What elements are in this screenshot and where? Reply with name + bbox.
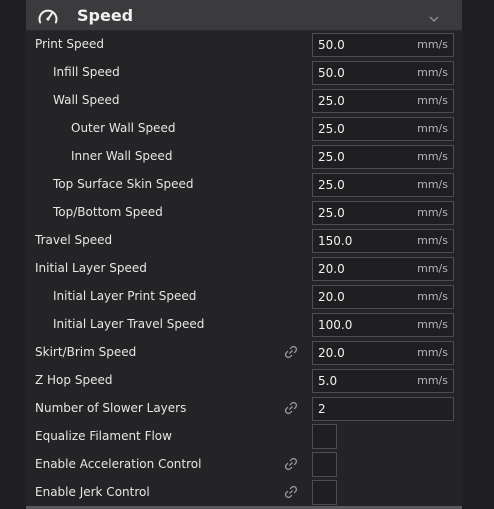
setting-row-initial-layer-travel-speed: Initial Layer Travel Speed 100.0 mm/s bbox=[26, 310, 462, 338]
setting-unit: mm/s bbox=[417, 290, 448, 303]
setting-row-z-hop-speed: Z Hop Speed 5.0 mm/s bbox=[26, 366, 462, 394]
setting-value: 25.0 bbox=[318, 178, 345, 192]
setting-label: Initial Layer Speed bbox=[35, 261, 147, 275]
setting-unit: mm/s bbox=[417, 178, 448, 191]
setting-value: 20.0 bbox=[318, 262, 345, 276]
setting-unit: mm/s bbox=[417, 122, 448, 135]
speed-settings-panel: Speed Print Speed 50.0 mm/s Infill Speed 50.… bbox=[0, 0, 494, 509]
setting-row-enable-jerk-control: Enable Jerk Control bbox=[26, 478, 462, 506]
setting-unit: mm/s bbox=[417, 150, 448, 163]
setting-row-number-of-slower-layers: Number of Slower Layers 2 bbox=[26, 394, 462, 422]
setting-value-field[interactable]: 2 bbox=[312, 397, 454, 421]
setting-row-print-speed: Print Speed 50.0 mm/s bbox=[26, 30, 462, 58]
setting-label: Infill Speed bbox=[53, 65, 120, 79]
setting-label: Skirt/Brim Speed bbox=[35, 345, 137, 359]
setting-row-infill-speed: Infill Speed 50.0 mm/s bbox=[26, 58, 462, 86]
setting-label: Travel Speed bbox=[35, 233, 113, 247]
setting-value-field[interactable]: 50.0 mm/s bbox=[312, 61, 454, 85]
setting-value-field[interactable]: 50.0 mm/s bbox=[312, 33, 454, 57]
speed-category-header[interactable]: Speed bbox=[26, 0, 462, 31]
setting-value-field[interactable]: 100.0 mm/s bbox=[312, 313, 454, 337]
setting-label: Equalize Filament Flow bbox=[35, 429, 172, 443]
setting-label: Inner Wall Speed bbox=[71, 149, 173, 163]
setting-label: Initial Layer Travel Speed bbox=[53, 317, 205, 331]
setting-unit: mm/s bbox=[417, 94, 448, 107]
setting-value: 150.0 bbox=[318, 234, 353, 248]
scrollbar-track[interactable] bbox=[462, 0, 494, 509]
setting-value: 25.0 bbox=[318, 94, 345, 108]
setting-value-field[interactable]: 20.0 mm/s bbox=[312, 341, 454, 365]
setting-value: 50.0 bbox=[318, 38, 345, 52]
left-gutter bbox=[0, 0, 26, 509]
setting-label: Z Hop Speed bbox=[35, 373, 113, 387]
setting-checkbox[interactable] bbox=[312, 480, 337, 505]
link-icon[interactable] bbox=[283, 400, 299, 416]
setting-row-travel-speed: Travel Speed 150.0 mm/s bbox=[26, 226, 462, 254]
setting-value: 25.0 bbox=[318, 150, 345, 164]
setting-value: 25.0 bbox=[318, 206, 345, 220]
link-icon[interactable] bbox=[283, 344, 299, 360]
setting-value-field[interactable]: 5.0 mm/s bbox=[312, 369, 454, 393]
setting-unit: mm/s bbox=[417, 374, 448, 387]
setting-row-initial-layer-print-speed: Initial Layer Print Speed 20.0 mm/s bbox=[26, 282, 462, 310]
setting-value-field[interactable]: 25.0 mm/s bbox=[312, 201, 454, 225]
setting-value-field[interactable]: 25.0 mm/s bbox=[312, 145, 454, 169]
setting-label: Initial Layer Print Speed bbox=[53, 289, 197, 303]
setting-value-field[interactable]: 25.0 mm/s bbox=[312, 117, 454, 141]
setting-label: Enable Jerk Control bbox=[35, 485, 150, 499]
link-icon[interactable] bbox=[283, 484, 299, 500]
setting-label: Number of Slower Layers bbox=[35, 401, 187, 415]
setting-label: Top/Bottom Speed bbox=[53, 205, 163, 219]
setting-value: 5.0 bbox=[318, 374, 338, 388]
chevron-down-icon[interactable] bbox=[428, 9, 440, 23]
setting-value-field[interactable]: 25.0 mm/s bbox=[312, 89, 454, 113]
setting-unit: mm/s bbox=[417, 38, 448, 51]
setting-value: 25.0 bbox=[318, 122, 345, 136]
setting-checkbox[interactable] bbox=[312, 424, 337, 449]
setting-row-top-surface-skin-speed: Top Surface Skin Speed 25.0 mm/s bbox=[26, 170, 462, 198]
category-title: Speed bbox=[77, 6, 134, 25]
setting-row-outer-wall-speed: Outer Wall Speed 25.0 mm/s bbox=[26, 114, 462, 142]
setting-label: Wall Speed bbox=[53, 93, 120, 107]
setting-unit: mm/s bbox=[417, 262, 448, 275]
speedometer-icon bbox=[37, 6, 59, 26]
setting-value: 2 bbox=[318, 402, 326, 416]
setting-row-wall-speed: Wall Speed 25.0 mm/s bbox=[26, 86, 462, 114]
setting-checkbox[interactable] bbox=[312, 452, 337, 477]
setting-unit: mm/s bbox=[417, 234, 448, 247]
setting-label: Top Surface Skin Speed bbox=[53, 177, 194, 191]
setting-label: Outer Wall Speed bbox=[71, 121, 176, 135]
setting-row-top-bottom-speed: Top/Bottom Speed 25.0 mm/s bbox=[26, 198, 462, 226]
setting-unit: mm/s bbox=[417, 66, 448, 79]
setting-unit: mm/s bbox=[417, 346, 448, 359]
setting-value-field[interactable]: 25.0 mm/s bbox=[312, 173, 454, 197]
setting-label: Enable Acceleration Control bbox=[35, 457, 202, 471]
setting-value: 100.0 bbox=[318, 318, 353, 332]
link-icon[interactable] bbox=[283, 456, 299, 472]
setting-value-field[interactable]: 20.0 mm/s bbox=[312, 257, 454, 281]
setting-value-field[interactable]: 20.0 mm/s bbox=[312, 285, 454, 309]
setting-row-skirt-brim-speed: Skirt/Brim Speed 20.0 mm/s bbox=[26, 338, 462, 366]
setting-value-field[interactable]: 150.0 mm/s bbox=[312, 229, 454, 253]
setting-row-inner-wall-speed: Inner Wall Speed 25.0 mm/s bbox=[26, 142, 462, 170]
setting-unit: mm/s bbox=[417, 206, 448, 219]
setting-row-equalize-filament-flow: Equalize Filament Flow bbox=[26, 422, 462, 450]
setting-row-enable-acceleration-control: Enable Acceleration Control bbox=[26, 450, 462, 478]
setting-unit: mm/s bbox=[417, 318, 448, 331]
setting-label: Print Speed bbox=[35, 37, 105, 51]
setting-value: 50.0 bbox=[318, 66, 345, 80]
setting-value: 20.0 bbox=[318, 290, 345, 304]
setting-row-initial-layer-speed: Initial Layer Speed 20.0 mm/s bbox=[26, 254, 462, 282]
setting-value: 20.0 bbox=[318, 346, 345, 360]
